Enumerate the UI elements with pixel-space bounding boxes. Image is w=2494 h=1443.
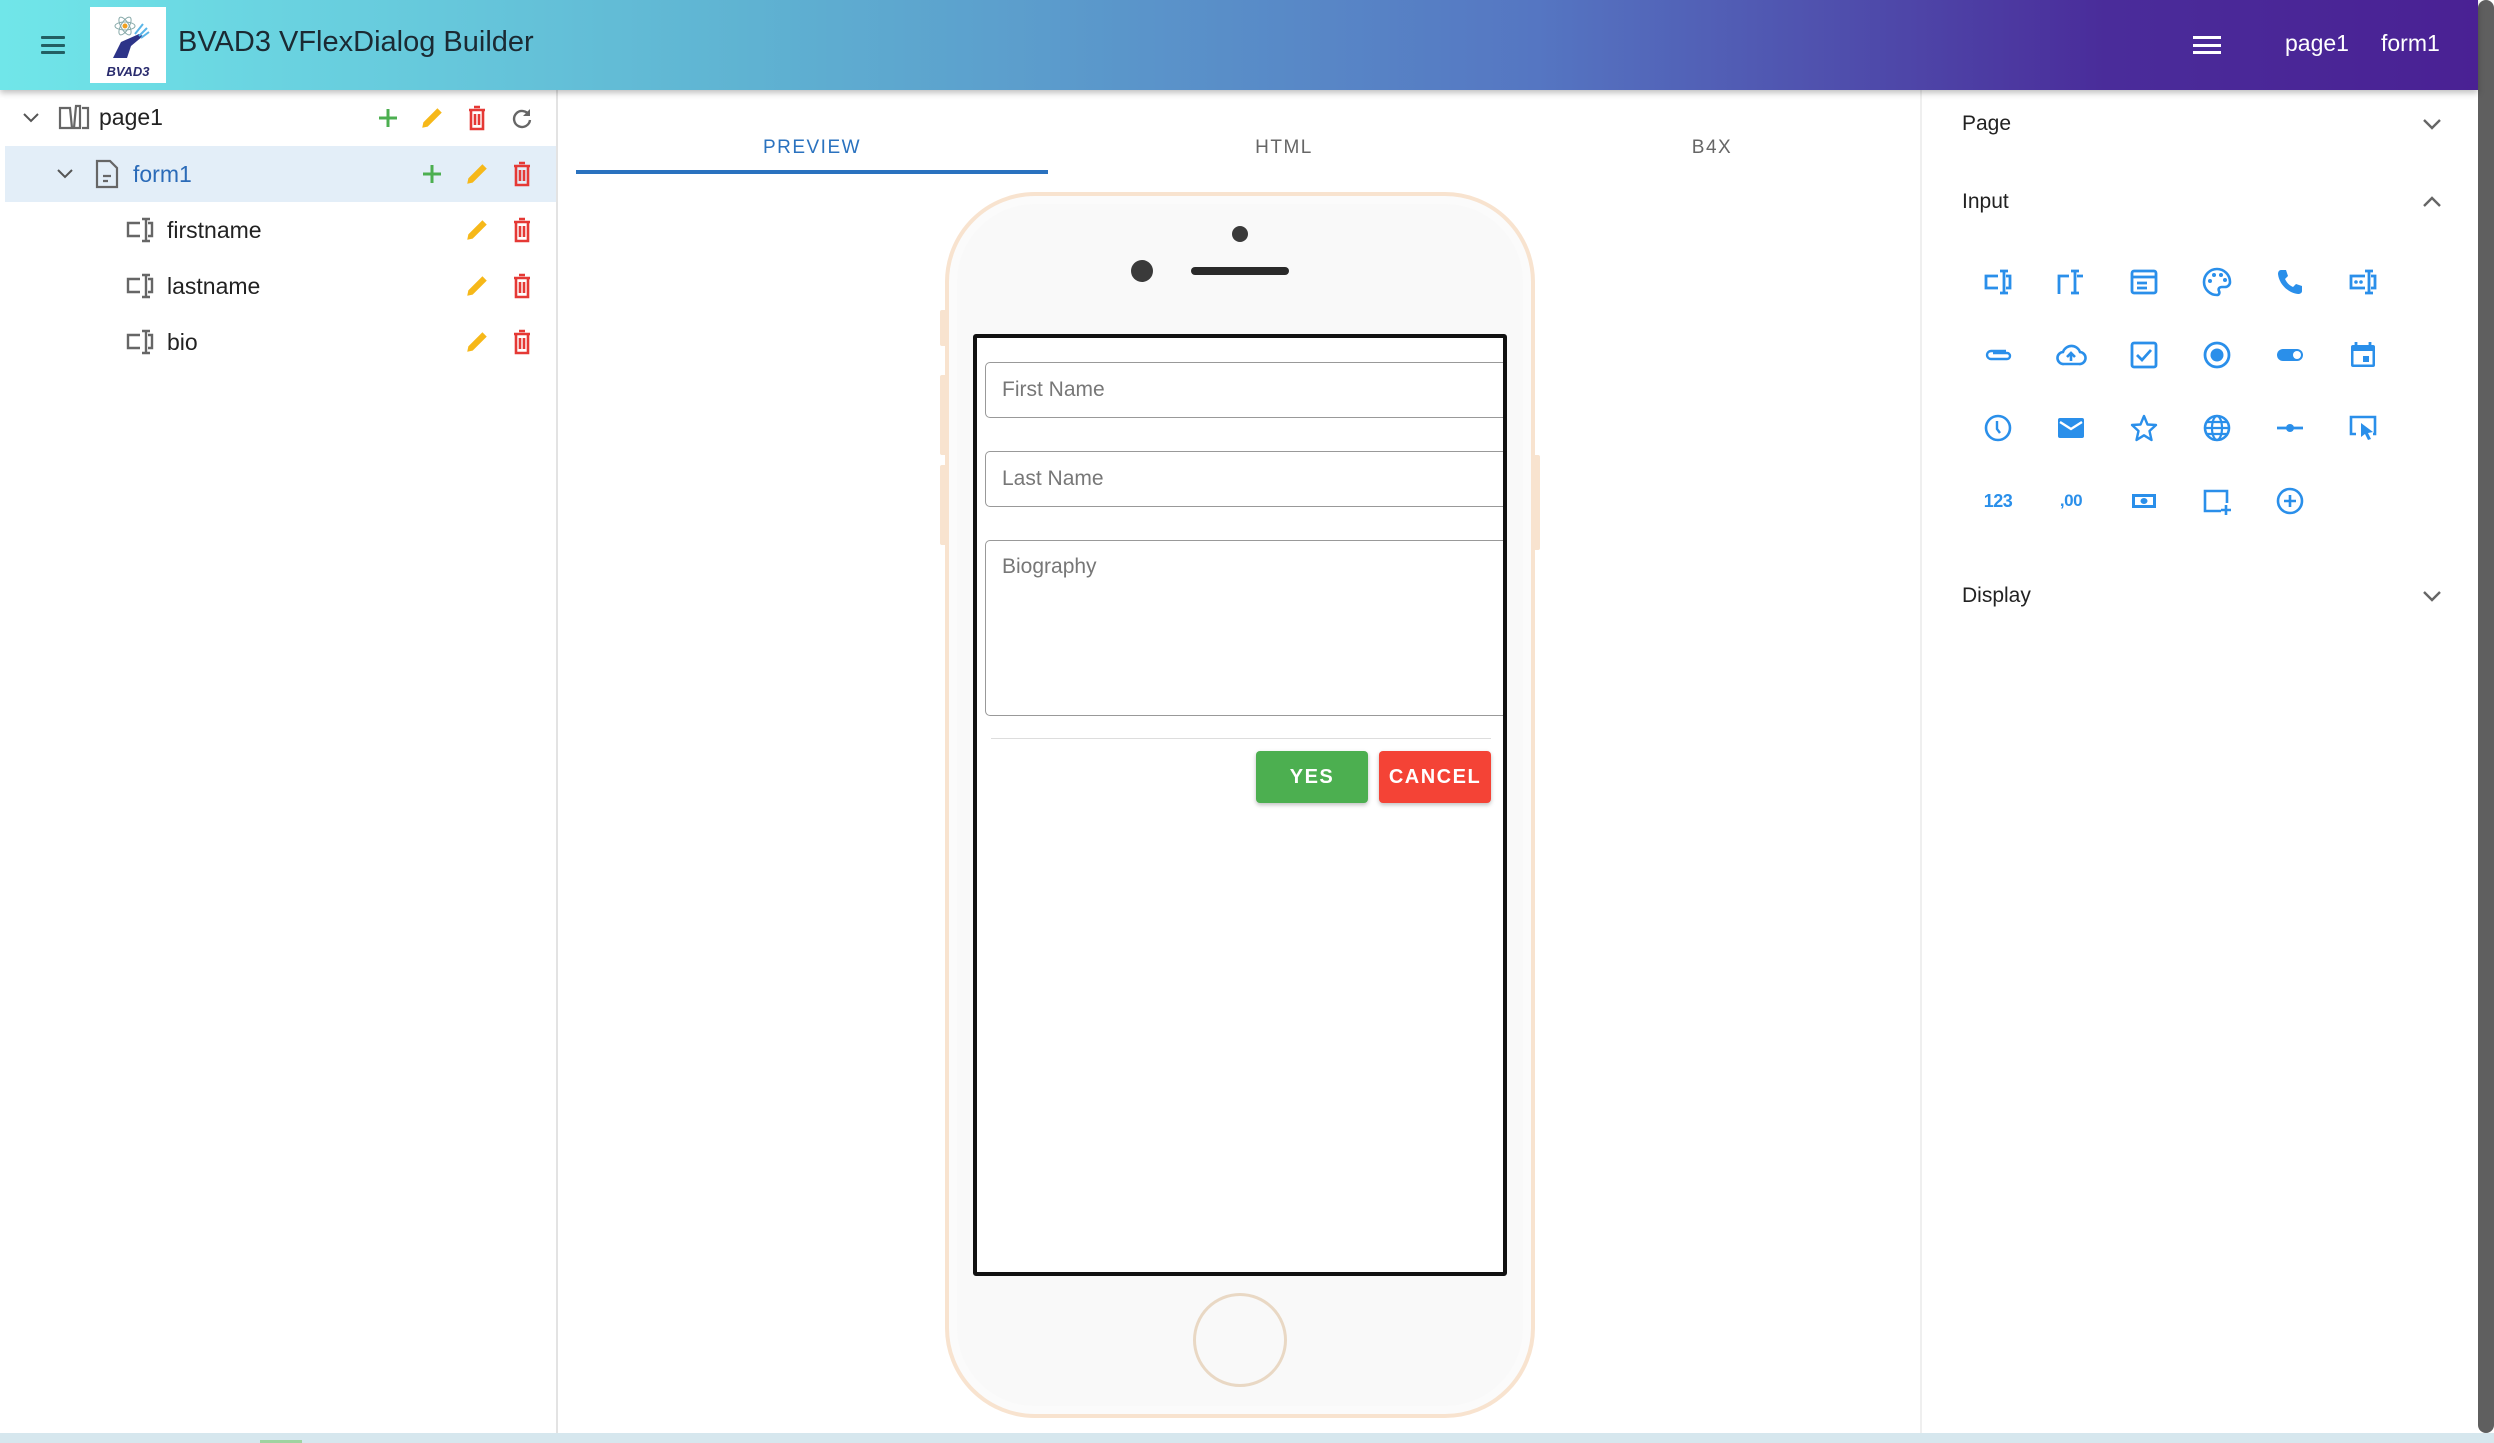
- chevron-down-icon[interactable]: [21, 108, 41, 128]
- active-tab-indicator: [576, 170, 1048, 174]
- chevron-down-icon[interactable]: [55, 164, 75, 184]
- section-input-header[interactable]: Input: [1962, 182, 2442, 222]
- actions-divider: [991, 738, 1491, 739]
- add-icon[interactable]: [373, 103, 403, 133]
- switch-icon[interactable]: [2268, 333, 2312, 377]
- delete-icon[interactable]: [507, 327, 537, 357]
- pencil-icon[interactable]: [417, 103, 447, 133]
- vertical-scrollbar[interactable]: [2478, 0, 2494, 1433]
- delete-icon[interactable]: [462, 103, 492, 133]
- money-icon[interactable]: [2122, 479, 2166, 523]
- delete-icon[interactable]: [507, 159, 537, 189]
- tree-label: lastname: [167, 273, 261, 299]
- file-attach-icon[interactable]: [1976, 333, 2020, 377]
- slider-icon[interactable]: [2268, 406, 2312, 450]
- refresh-icon[interactable]: [507, 103, 537, 133]
- globe-url-icon[interactable]: [2195, 406, 2239, 450]
- tab-b4x[interactable]: B4X: [1476, 120, 1948, 175]
- tree-label: firstname: [167, 217, 262, 243]
- textbox-icon: [126, 328, 156, 361]
- tree-node-field[interactable]: lastname: [0, 258, 556, 314]
- calendar-icon[interactable]: [2341, 333, 2385, 377]
- email-icon[interactable]: [2049, 406, 2093, 450]
- decimal-icon[interactable]: ,00: [2049, 479, 2093, 523]
- color-palette-icon[interactable]: [2195, 260, 2239, 304]
- cursor-select-icon[interactable]: [2341, 406, 2385, 450]
- menu-icon[interactable]: [38, 30, 68, 60]
- cloud-upload-icon[interactable]: [2049, 333, 2093, 377]
- add-box-icon[interactable]: [2195, 479, 2239, 523]
- biography-field[interactable]: [985, 540, 1503, 716]
- first-name-input[interactable]: [986, 363, 1503, 417]
- tab-html[interactable]: HTML: [1048, 120, 1520, 175]
- radio-icon[interactable]: [2195, 333, 2239, 377]
- checkbox-icon[interactable]: [2122, 333, 2166, 377]
- section-label: Input: [1962, 190, 2009, 213]
- tree-label: form1: [133, 161, 192, 187]
- delete-icon[interactable]: [507, 215, 537, 245]
- password-icon[interactable]: [2341, 260, 2385, 304]
- last-name-input[interactable]: [986, 452, 1503, 506]
- app-bar: BVAD3 BVAD3 VFlexDialog Builder page1 fo…: [0, 0, 2478, 90]
- biography-textarea[interactable]: [986, 541, 1503, 715]
- file-document-icon: [95, 159, 119, 194]
- section-page-header[interactable]: Page: [1962, 104, 2442, 144]
- tree-label: bio: [167, 329, 198, 355]
- tree-node-form[interactable]: form1: [5, 146, 556, 202]
- chevron-up-icon: [2423, 196, 2441, 207]
- pencil-icon[interactable]: [462, 159, 492, 189]
- textbox-icon: [126, 216, 156, 249]
- select-icon[interactable]: [2122, 260, 2166, 304]
- textfield-icon[interactable]: [1976, 260, 2020, 304]
- app-title: BVAD3 VFlexDialog Builder: [178, 26, 534, 58]
- book-open-icon: [58, 104, 90, 137]
- toolbox-panel: Page Input 123 ,00 Display: [1920, 90, 2478, 1433]
- logo-text: BVAD3: [106, 63, 150, 79]
- decimal-icon-text: ,00: [2059, 491, 2083, 510]
- menu-icon[interactable]: [2193, 32, 2221, 58]
- star-rating-icon[interactable]: [2122, 406, 2166, 450]
- last-name-field[interactable]: [985, 451, 1503, 507]
- phone-home-button: [1193, 1293, 1287, 1387]
- pencil-icon[interactable]: [462, 271, 492, 301]
- phone-camera: [1232, 226, 1248, 242]
- add-icon[interactable]: [417, 159, 447, 189]
- number-icon[interactable]: 123: [1976, 479, 2020, 523]
- view-tabs: PREVIEW HTML B4X: [576, 120, 1906, 175]
- add-circle-icon[interactable]: [2268, 479, 2312, 523]
- tree-node-field[interactable]: bio: [0, 314, 556, 370]
- clock-icon[interactable]: [1976, 406, 2020, 450]
- chevron-down-icon: [2423, 119, 2441, 130]
- pencil-icon[interactable]: [462, 215, 492, 245]
- atom-hand-icon: [113, 16, 150, 58]
- phone-sensor: [1131, 260, 1153, 282]
- phone-icon[interactable]: [2268, 260, 2312, 304]
- app-logo: BVAD3: [90, 7, 166, 83]
- yes-button[interactable]: YES: [1256, 751, 1368, 803]
- delete-icon[interactable]: [507, 271, 537, 301]
- section-label: Display: [1962, 584, 2031, 607]
- header-link-page1[interactable]: page1: [2285, 30, 2349, 57]
- number-icon-text: 123: [1983, 490, 2013, 511]
- section-display-header[interactable]: Display: [1962, 576, 2442, 616]
- phone-speaker: [1191, 267, 1289, 275]
- first-name-field[interactable]: [985, 362, 1503, 418]
- textbox-icon: [126, 272, 156, 305]
- tab-preview[interactable]: PREVIEW: [576, 120, 1048, 175]
- header-link-form1[interactable]: form1: [2381, 30, 2440, 57]
- section-label: Page: [1962, 112, 2012, 135]
- chevron-down-icon: [2423, 591, 2441, 602]
- tree-node-field[interactable]: firstname: [0, 202, 556, 258]
- tree-node-page[interactable]: page1: [0, 90, 556, 146]
- component-tree: page1 form1 firstname lastname bio: [0, 90, 558, 1433]
- textarea-icon[interactable]: [2049, 260, 2093, 304]
- dialog-preview: YES CANCEL: [973, 334, 1507, 1276]
- tree-label: page1: [99, 104, 163, 130]
- cancel-button[interactable]: CANCEL: [1379, 751, 1491, 803]
- pencil-icon[interactable]: [462, 327, 492, 357]
- footer-strip: [0, 1433, 2494, 1443]
